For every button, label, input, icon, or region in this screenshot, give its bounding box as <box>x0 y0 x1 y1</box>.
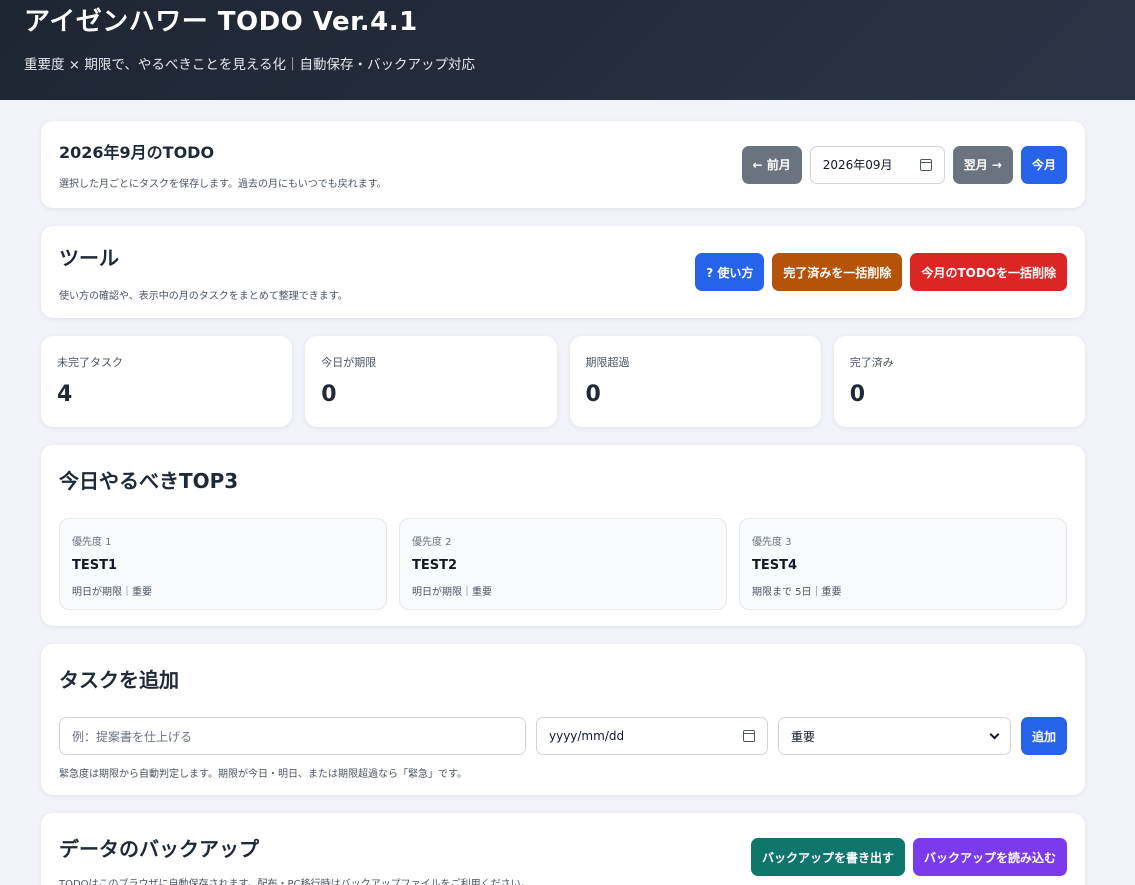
add-task-card: タスクを追加 例：提案書を仕上げる yyyy/mm/dd 重要 追加 緊急度は期… <box>41 644 1085 795</box>
top3-task-name: TEST1 <box>72 558 118 573</box>
clear-month-button[interactable]: 今月のTODOを一括削除 <box>910 253 1067 291</box>
calendar-icon[interactable] <box>742 730 755 742</box>
tool-buttons: ? 使い方 完了済みを一括削除 今月のTODOを一括削除 <box>695 253 1067 291</box>
stat-value: 0 <box>585 382 601 407</box>
stat-label: 期限超過 <box>585 356 630 369</box>
top3-meta: 明日が期限｜重要 <box>72 587 152 598</box>
importance-select[interactable]: 重要 <box>777 717 1011 755</box>
month-controls: ← 前月 2026年09月 翌月 → 今月 <box>741 145 1067 184</box>
stat-card-due-today: 今日が期限 0 <box>305 336 557 427</box>
month-title: 2026年9月のTODO <box>59 143 215 162</box>
top3-task-name: TEST4 <box>752 558 798 573</box>
top3-list: 優先度 1 TEST1 明日が期限｜重要 優先度 2 TEST2 明日が期限｜重… <box>59 518 1067 610</box>
month-input[interactable]: 2026年09月 <box>809 145 945 184</box>
month-description: 選択した月ごとにタスクを保存します。過去の月にもいつでも戻れます。 <box>59 179 387 190</box>
prev-month-button[interactable]: ← 前月 <box>741 145 802 184</box>
stat-card-completed: 完了済み 0 <box>833 336 1085 427</box>
top3-rank: 優先度 1 <box>72 537 112 548</box>
task-name-input[interactable]: 例：提案書を仕上げる <box>59 717 526 755</box>
add-task-button[interactable]: 追加 <box>1020 717 1067 755</box>
month-input-value: 2026年09月 <box>822 158 893 172</box>
backup-card: データのバックアップ TODOはこのブラウザに自動保存されます。配布・PC移行時… <box>41 813 1085 885</box>
tools-title: ツール <box>59 246 119 270</box>
stat-label: 未完了タスク <box>57 356 123 369</box>
add-task-hint: 緊急度は期限から自動判定します。期限が今日・明日、または期限超過なら「緊急」です… <box>59 769 467 780</box>
tools-info: ツール 使い方の確認や、表示中の月のタスクをまとめて整理できます。 <box>59 242 348 302</box>
calendar-icon[interactable] <box>919 158 932 171</box>
tools-card: ツール 使い方の確認や、表示中の月のタスクをまとめて整理できます。 ? 使い方 … <box>41 226 1085 318</box>
stats-row: 未完了タスク 4 今日が期限 0 期限超過 0 完了済み 0 <box>41 336 1085 427</box>
stat-card-overdue: 期限超過 0 <box>569 336 821 427</box>
top3-meta: 期限まで 5日｜重要 <box>752 587 842 598</box>
help-button[interactable]: ? 使い方 <box>695 253 765 291</box>
due-date-placeholder: yyyy/mm/dd <box>548 729 625 743</box>
stat-label: 完了済み <box>849 356 894 369</box>
app-header: アイゼンハワー TODO Ver.4.1 重要度 × 期限で、やるべきことを見え… <box>0 0 1135 100</box>
tools-description: 使い方の確認や、表示中の月のタスクをまとめて整理できます。 <box>59 291 348 302</box>
add-task-title: タスクを追加 <box>59 668 179 692</box>
export-backup-button[interactable]: バックアップを書き出す <box>750 838 905 876</box>
top3-item: 優先度 1 TEST1 明日が期限｜重要 <box>59 518 387 610</box>
backup-description: TODOはこのブラウザに自動保存されます。配布・PC移行時はバックアップファイル… <box>59 879 531 885</box>
current-month-button[interactable]: 今月 <box>1020 145 1067 184</box>
stat-value: 4 <box>57 382 73 407</box>
top3-rank: 優先度 3 <box>752 537 792 548</box>
task-name-placeholder: 例：提案書を仕上げる <box>72 729 193 744</box>
backup-info: データのバックアップ TODOはこのブラウザに自動保存されます。配布・PC移行時… <box>59 833 531 885</box>
stat-label: 今日が期限 <box>321 356 377 369</box>
app-subtitle: 重要度 × 期限で、やるべきことを見える化｜自動保存・バックアップ対応 <box>24 57 475 73</box>
month-selector-card: 2026年9月のTODO 選択した月ごとにタスクを保存します。過去の月にもいつで… <box>41 121 1085 208</box>
month-info: 2026年9月のTODO 選択した月ごとにタスクを保存します。過去の月にもいつで… <box>59 139 387 190</box>
backup-buttons: バックアップを書き出す バックアップを読み込む <box>750 838 1067 885</box>
importance-value: 重要 <box>790 729 815 744</box>
due-date-input[interactable]: yyyy/mm/dd <box>535 717 768 755</box>
add-task-row: 例：提案書を仕上げる yyyy/mm/dd 重要 追加 <box>59 717 1067 755</box>
top3-meta: 明日が期限｜重要 <box>412 587 492 598</box>
app-title: アイゼンハワー TODO Ver.4.1 <box>24 7 418 37</box>
top3-rank: 優先度 2 <box>412 537 452 548</box>
stat-value: 0 <box>849 382 866 407</box>
main-content: 2026年9月のTODO 選択した月ごとにタスクを保存します。過去の月にもいつで… <box>0 121 1135 885</box>
top3-card: 今日やるべきTOP3 優先度 1 TEST1 明日が期限｜重要 優先度 2 TE… <box>41 445 1085 626</box>
top3-title: 今日やるべきTOP3 <box>59 469 239 493</box>
backup-title: データのバックアップ <box>59 837 259 861</box>
stat-value: 0 <box>321 382 337 407</box>
top3-item: 優先度 2 TEST2 明日が期限｜重要 <box>399 518 727 610</box>
top3-item: 優先度 3 TEST4 期限まで 5日｜重要 <box>739 518 1067 610</box>
clear-completed-button[interactable]: 完了済みを一括削除 <box>772 253 903 291</box>
chevron-down-icon <box>989 729 1000 739</box>
stat-card-incomplete: 未完了タスク 4 <box>41 336 293 427</box>
next-month-button[interactable]: 翌月 → <box>952 145 1013 184</box>
import-backup-button[interactable]: バックアップを読み込む <box>912 838 1067 876</box>
top3-task-name: TEST2 <box>412 558 458 573</box>
